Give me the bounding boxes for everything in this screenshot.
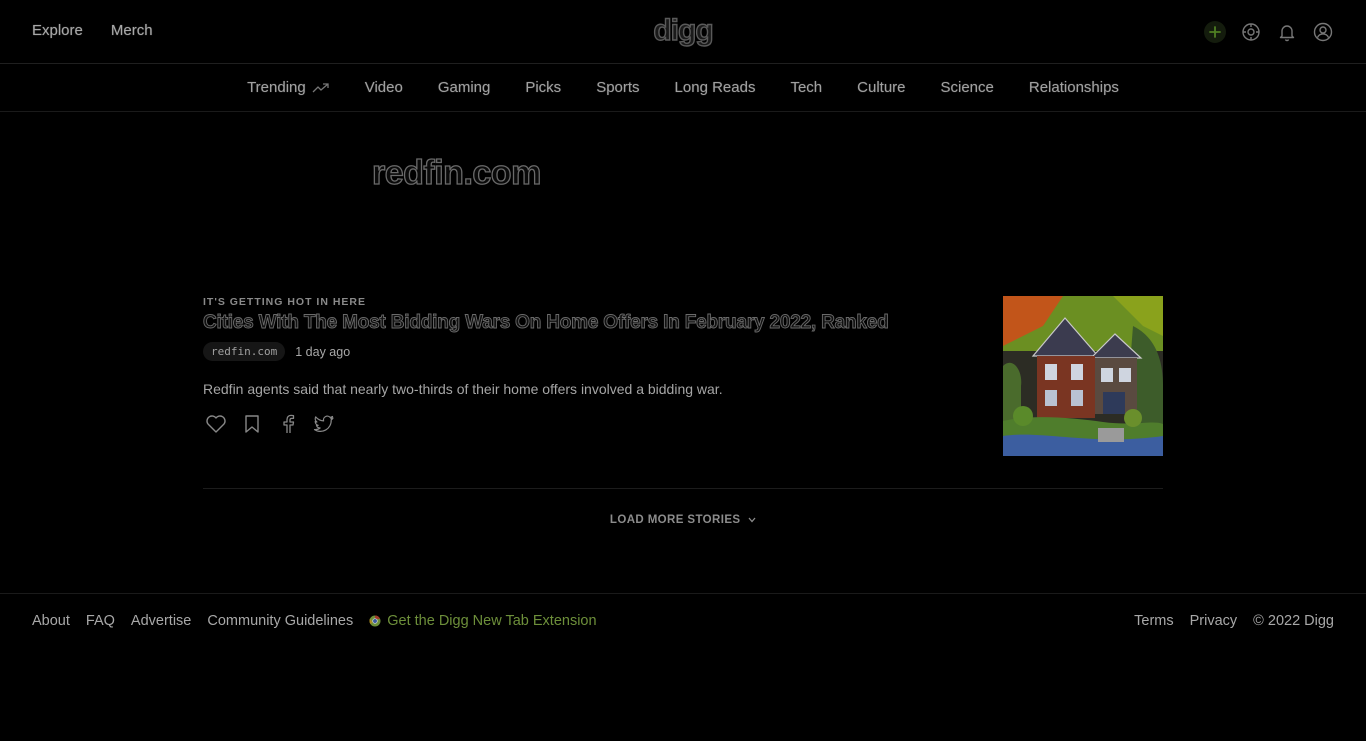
- header-right-icons: [1204, 21, 1334, 43]
- nav-item-culture[interactable]: Culture: [840, 79, 923, 96]
- chrome-icon: [369, 615, 381, 627]
- story-domain-badge[interactable]: redfin.com: [203, 342, 286, 361]
- nav-item-trending[interactable]: Trending: [230, 79, 348, 96]
- category-nav-list: Trending Video Gaming Picks Sports Long …: [230, 79, 1137, 96]
- load-more-container: LOAD MORE STORIES: [0, 514, 1366, 526]
- bell-icon: [1279, 25, 1295, 42]
- nav-item-science[interactable]: Science: [923, 79, 1011, 96]
- footer-faq-link[interactable]: FAQ: [86, 613, 115, 629]
- footer-terms-link[interactable]: Terms: [1134, 613, 1173, 629]
- top-header: Explore Merch digg: [0, 0, 1366, 64]
- footer-left-links: About FAQ Advertise Community Guidelines…: [32, 613, 597, 629]
- story-divider: [203, 488, 1163, 489]
- story-card: IT'S GETTING HOT IN HERE Cities With The…: [203, 296, 1163, 456]
- merch-link[interactable]: Merch: [111, 22, 153, 39]
- nav-item-gaming[interactable]: Gaming: [420, 79, 508, 96]
- footer-about-link[interactable]: About: [32, 613, 70, 629]
- house-photo-image: [1003, 296, 1163, 456]
- story-title-link[interactable]: Cities With The Most Bidding Wars On Hom…: [203, 312, 983, 334]
- user-icon: [1313, 22, 1333, 42]
- category-nav: Trending Video Gaming Picks Sports Long …: [0, 64, 1366, 112]
- footer-copyright: © 2022 Digg: [1253, 613, 1334, 629]
- explore-link[interactable]: Explore: [32, 22, 83, 39]
- twitter-icon: [313, 415, 334, 432]
- submit-button[interactable]: [1204, 21, 1226, 43]
- nav-item-sports[interactable]: Sports: [579, 79, 657, 96]
- heart-icon: [206, 415, 226, 433]
- extension-link[interactable]: Get the Digg New Tab Extension: [369, 613, 597, 629]
- chevron-down-icon: [748, 517, 756, 523]
- facebook-share-button[interactable]: [275, 411, 301, 437]
- settings-icon: [1242, 23, 1260, 41]
- header-left-links: Explore Merch: [32, 22, 153, 39]
- bookmark-button[interactable]: [239, 411, 265, 437]
- footer-privacy-link[interactable]: Privacy: [1190, 613, 1238, 629]
- trending-arrow-icon: [312, 82, 329, 92]
- nav-item-tech[interactable]: Tech: [773, 79, 840, 96]
- load-more-button[interactable]: LOAD MORE STORIES: [610, 514, 756, 526]
- digg-logo[interactable]: digg: [653, 13, 715, 48]
- nav-item-video[interactable]: Video: [347, 79, 420, 96]
- notifications-button[interactable]: [1276, 21, 1298, 43]
- twitter-share-button[interactable]: [311, 411, 337, 437]
- facebook-icon: [283, 414, 295, 433]
- like-button[interactable]: [203, 411, 229, 437]
- plus-icon: [1209, 26, 1221, 38]
- nav-item-picks[interactable]: Picks: [508, 79, 579, 96]
- footer-advertise-link[interactable]: Advertise: [131, 613, 191, 629]
- nav-item-long-reads[interactable]: Long Reads: [657, 79, 773, 96]
- account-button[interactable]: [1312, 21, 1334, 43]
- settings-button[interactable]: [1240, 21, 1262, 43]
- load-more-label: LOAD MORE STORIES: [609, 514, 741, 526]
- extension-link-label: Get the Digg New Tab Extension: [387, 613, 597, 629]
- nav-item-label: Trending: [247, 79, 306, 96]
- page-title: redfin.com: [371, 153, 542, 192]
- nav-item-relationships[interactable]: Relationships: [1011, 79, 1136, 96]
- bookmark-icon: [245, 415, 259, 433]
- footer-community-guidelines-link[interactable]: Community Guidelines: [207, 613, 353, 629]
- footer-right-links: Terms Privacy © 2022 Digg: [1134, 613, 1334, 629]
- story-thumbnail[interactable]: [1003, 296, 1163, 456]
- story-timestamp: 1 day ago: [295, 344, 351, 359]
- page-footer: About FAQ Advertise Community Guidelines…: [0, 593, 1366, 653]
